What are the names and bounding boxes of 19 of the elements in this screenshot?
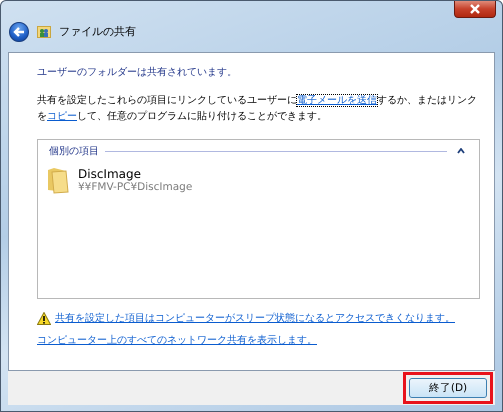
item-name: DiscImage [78, 167, 142, 181]
close-button[interactable] [454, 1, 496, 18]
shared-folder-icon [37, 24, 51, 38]
back-button[interactable] [9, 22, 29, 42]
group-title: 個別の項目 [49, 145, 99, 158]
network-shares-link[interactable]: コンピューター上のすべてのネットワーク共有を表示します。 [37, 333, 317, 347]
collapse-caret-icon[interactable] [457, 148, 465, 154]
finish-button[interactable]: 終了(D) [409, 378, 487, 398]
status-message: ユーザーのフォルダーは共有されています。 [37, 66, 238, 79]
item-path: ¥¥FMV-PC¥DiscImage [78, 181, 192, 193]
folder-icon [46, 166, 70, 194]
sleep-warning-link[interactable]: 共有を設定した項目はコンピューターがスリープ状態になるとアクセスできくなります。 [55, 311, 455, 325]
window-title: ファイルの共有 [59, 24, 136, 39]
link[interactable]: 電子メールを送信 [297, 95, 377, 106]
close-icon [469, 4, 481, 14]
back-arrow-icon [13, 26, 25, 38]
link[interactable]: コピー [47, 111, 77, 122]
description-text: 共有を設定したこれらの項目にリンクしているユーザーに電子メールを送信するか、またはリンクを コピー して、任意のプログラムに貼り付けることができます。 [37, 94, 478, 124]
warning-icon [37, 312, 51, 324]
